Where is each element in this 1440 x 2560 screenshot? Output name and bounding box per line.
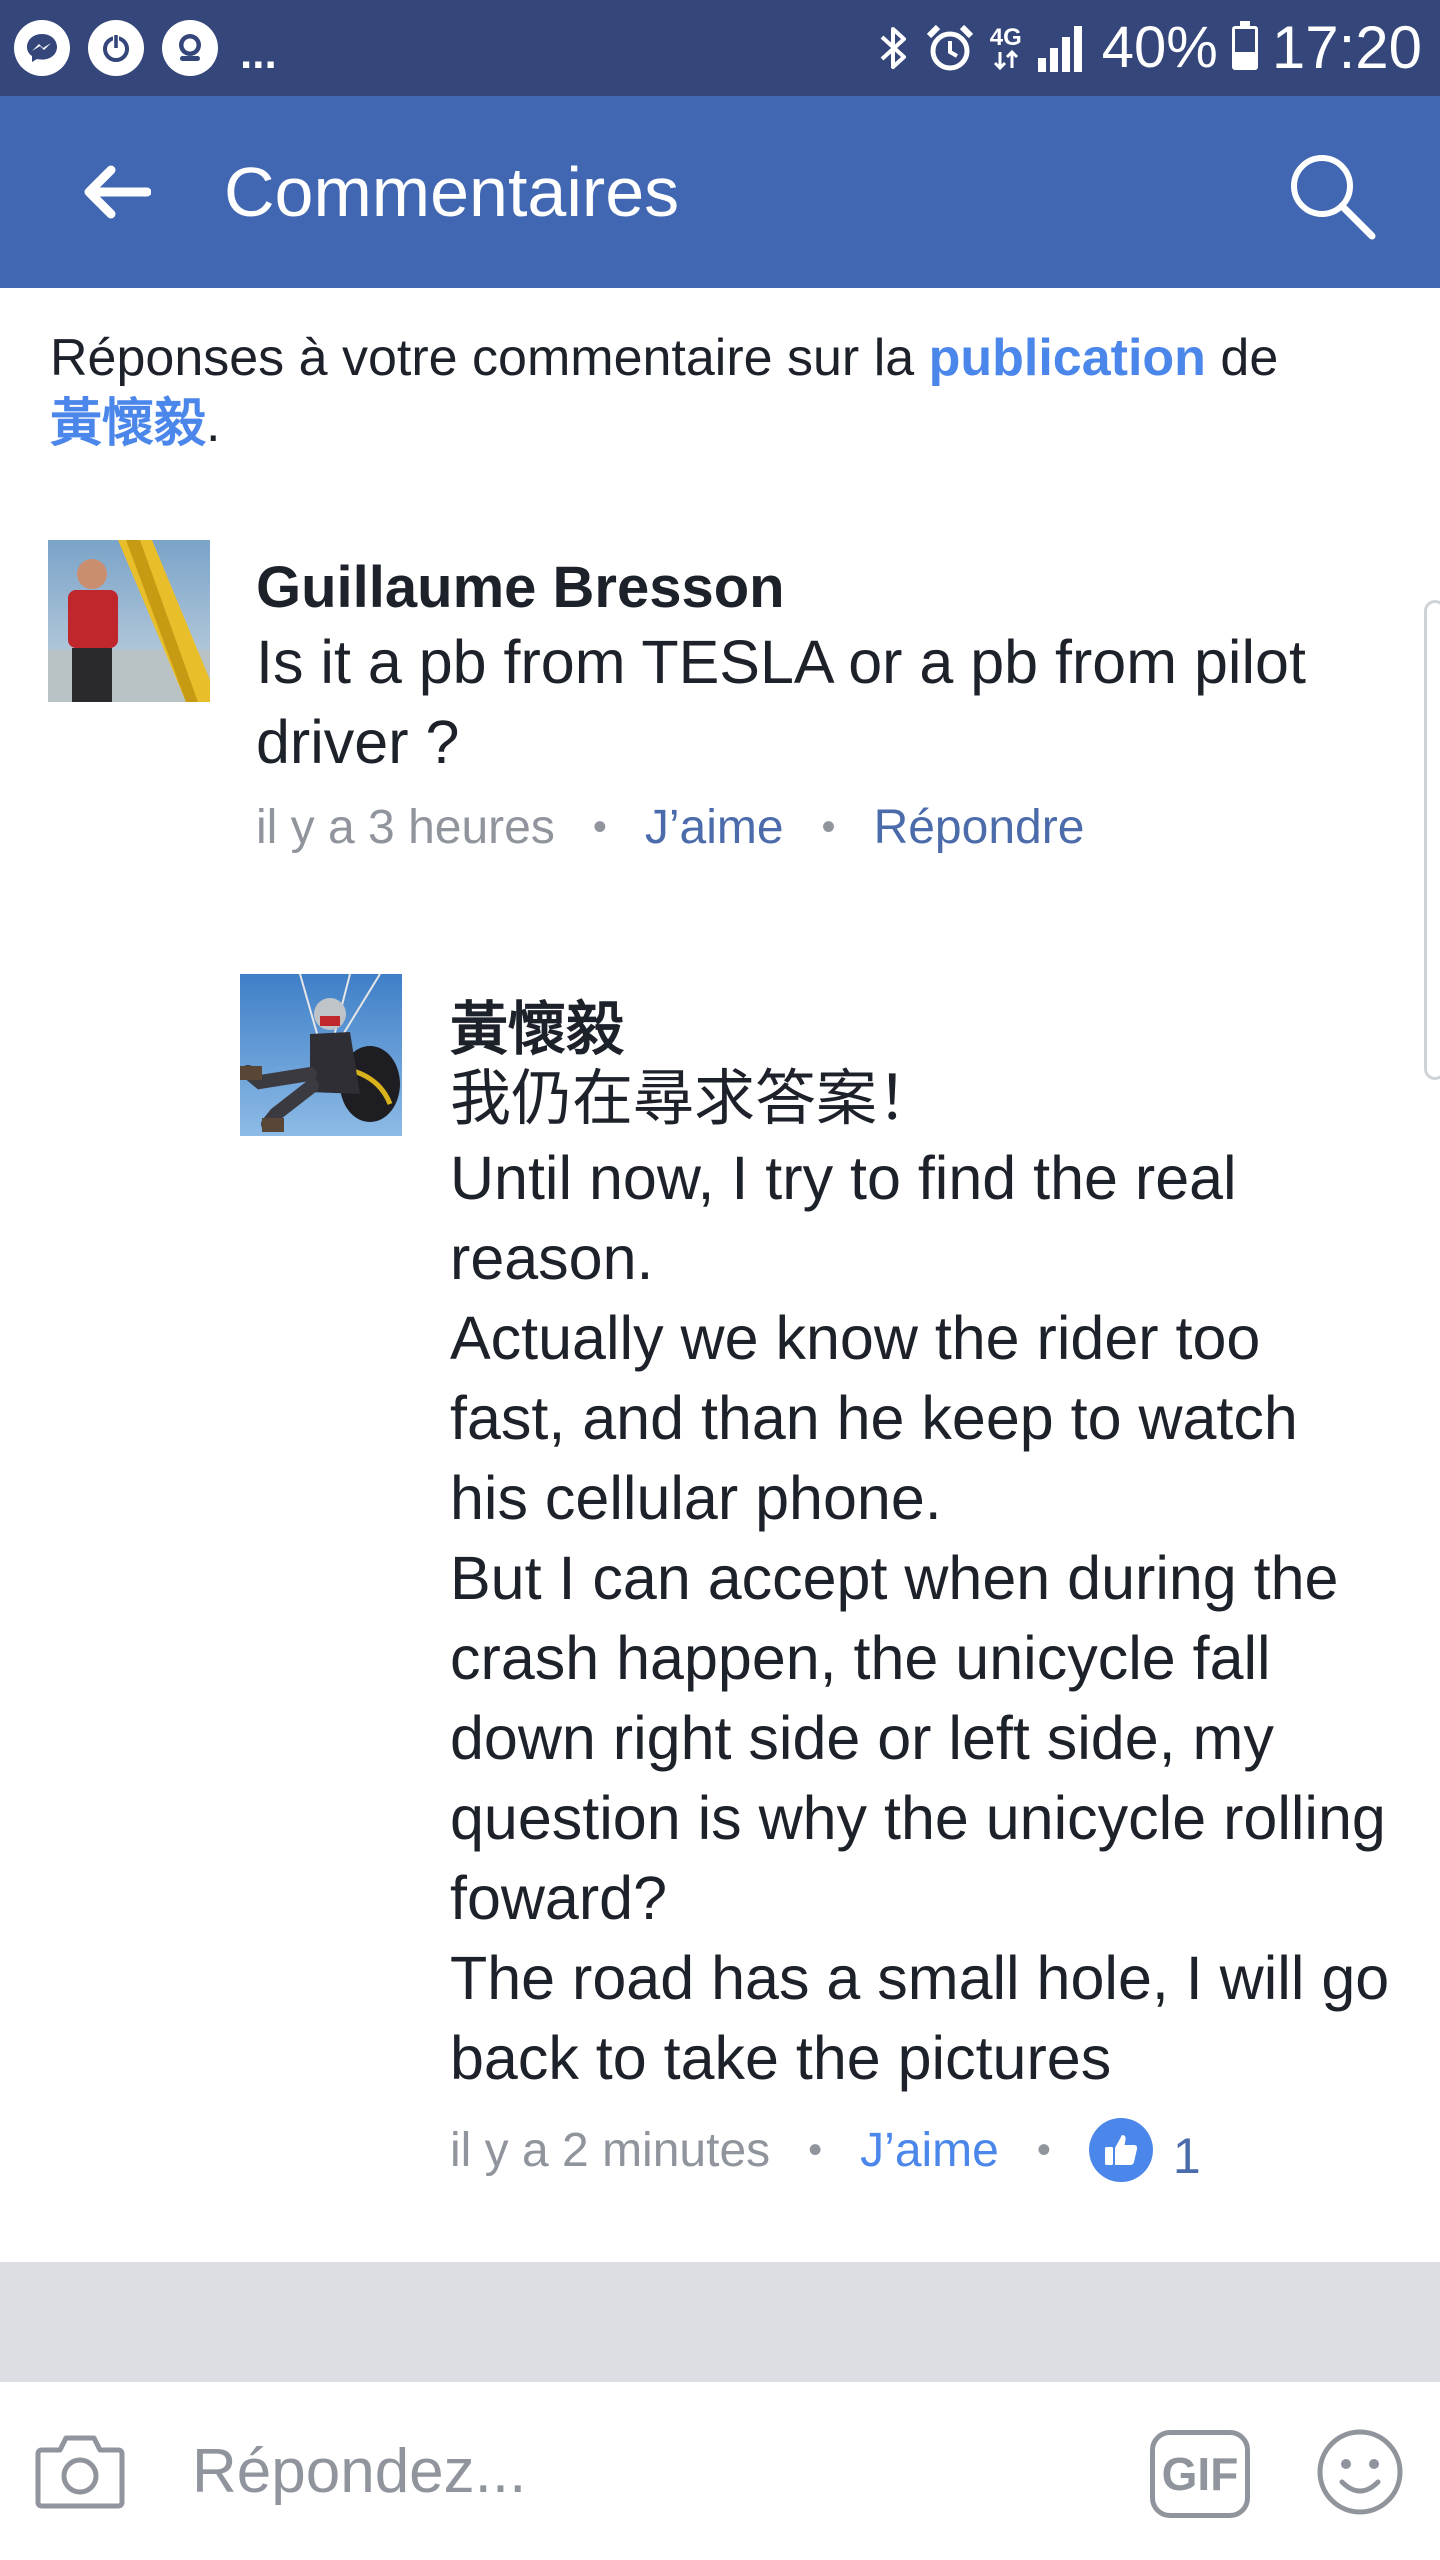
publication-link[interactable]: publication: [929, 329, 1206, 387]
comment-meta: il y a 2 minutes • J’aime • 1: [450, 2118, 1201, 2184]
separator: •: [1036, 2127, 1051, 2172]
page-title: Commentaires: [224, 153, 680, 231]
like-link[interactable]: J’aime: [860, 2123, 999, 2178]
smiley-icon: [1317, 2429, 1403, 2515]
system-status: 4G 40% 17:20: [876, 10, 1422, 86]
comment-text: 我仍在尋求答案！ Until now, I try to find the re…: [450, 1064, 1390, 2092]
back-button[interactable]: [64, 140, 168, 244]
power-icon: [88, 20, 144, 76]
thumbs-up-icon: [1104, 2135, 1137, 2165]
reply-composer: GIF: [0, 2382, 1440, 2560]
author-link[interactable]: 黃懷毅: [50, 395, 206, 453]
like-badge[interactable]: [1088, 2118, 1153, 2182]
avatar[interactable]: [48, 540, 210, 702]
camera-button[interactable]: [32, 2422, 128, 2518]
context-text-middle: de: [1205, 329, 1279, 387]
like-count: 1: [1172, 2128, 1201, 2184]
scrollbar[interactable]: [1424, 600, 1440, 1080]
separator: •: [592, 805, 607, 849]
gif-button[interactable]: GIF: [1150, 2430, 1250, 2518]
messenger-bot-icon: [162, 20, 218, 76]
reply-link[interactable]: Répondre: [874, 800, 1085, 855]
signal-icon: [1036, 24, 1088, 72]
comment-time: il y a 2 minutes: [450, 2123, 771, 2177]
like-link[interactable]: J’aime: [645, 800, 784, 855]
notification-icons: ...: [14, 18, 277, 78]
status-bar: ... 4G 40% 17:20: [0, 0, 1440, 96]
bluetooth-icon: [876, 23, 910, 73]
camera-icon: [35, 2435, 125, 2509]
alarm-icon: [924, 22, 976, 74]
context-text: Réponses à votre commentaire sur la: [50, 329, 929, 387]
section-divider: [0, 2262, 1440, 2382]
reply-input[interactable]: [192, 2426, 1092, 2516]
separator: •: [808, 2127, 823, 2172]
clock: 17:20: [1271, 14, 1422, 81]
arrow-left-icon: [84, 165, 151, 219]
separator: •: [821, 805, 836, 849]
messenger-icon: [14, 20, 70, 76]
comment-text: Is it a pb from TESLA or a pb from pilot…: [256, 628, 1306, 776]
context-text-end: .: [206, 395, 221, 453]
search-icon: [1291, 155, 1376, 240]
search-button[interactable]: [1280, 144, 1384, 248]
comment-author[interactable]: 黃懷毅: [450, 982, 624, 1066]
battery-icon: [1231, 21, 1258, 70]
network-type: 4G: [990, 26, 1022, 70]
app-bar: Commentaires: [0, 96, 1440, 288]
emoji-button[interactable]: [1310, 2422, 1410, 2522]
avatar[interactable]: [240, 974, 402, 1136]
replies-context: Réponses à votre commentaire sur la publ…: [50, 325, 1390, 457]
comment-meta: il y a 3 heures • J’aime • Répondre: [256, 800, 1084, 855]
comment-author[interactable]: Guillaume Bresson: [256, 554, 785, 621]
more-notifications: ...: [240, 29, 277, 78]
comment-time: il y a 3 heures: [256, 801, 555, 854]
battery-percent: 40%: [1101, 15, 1218, 80]
